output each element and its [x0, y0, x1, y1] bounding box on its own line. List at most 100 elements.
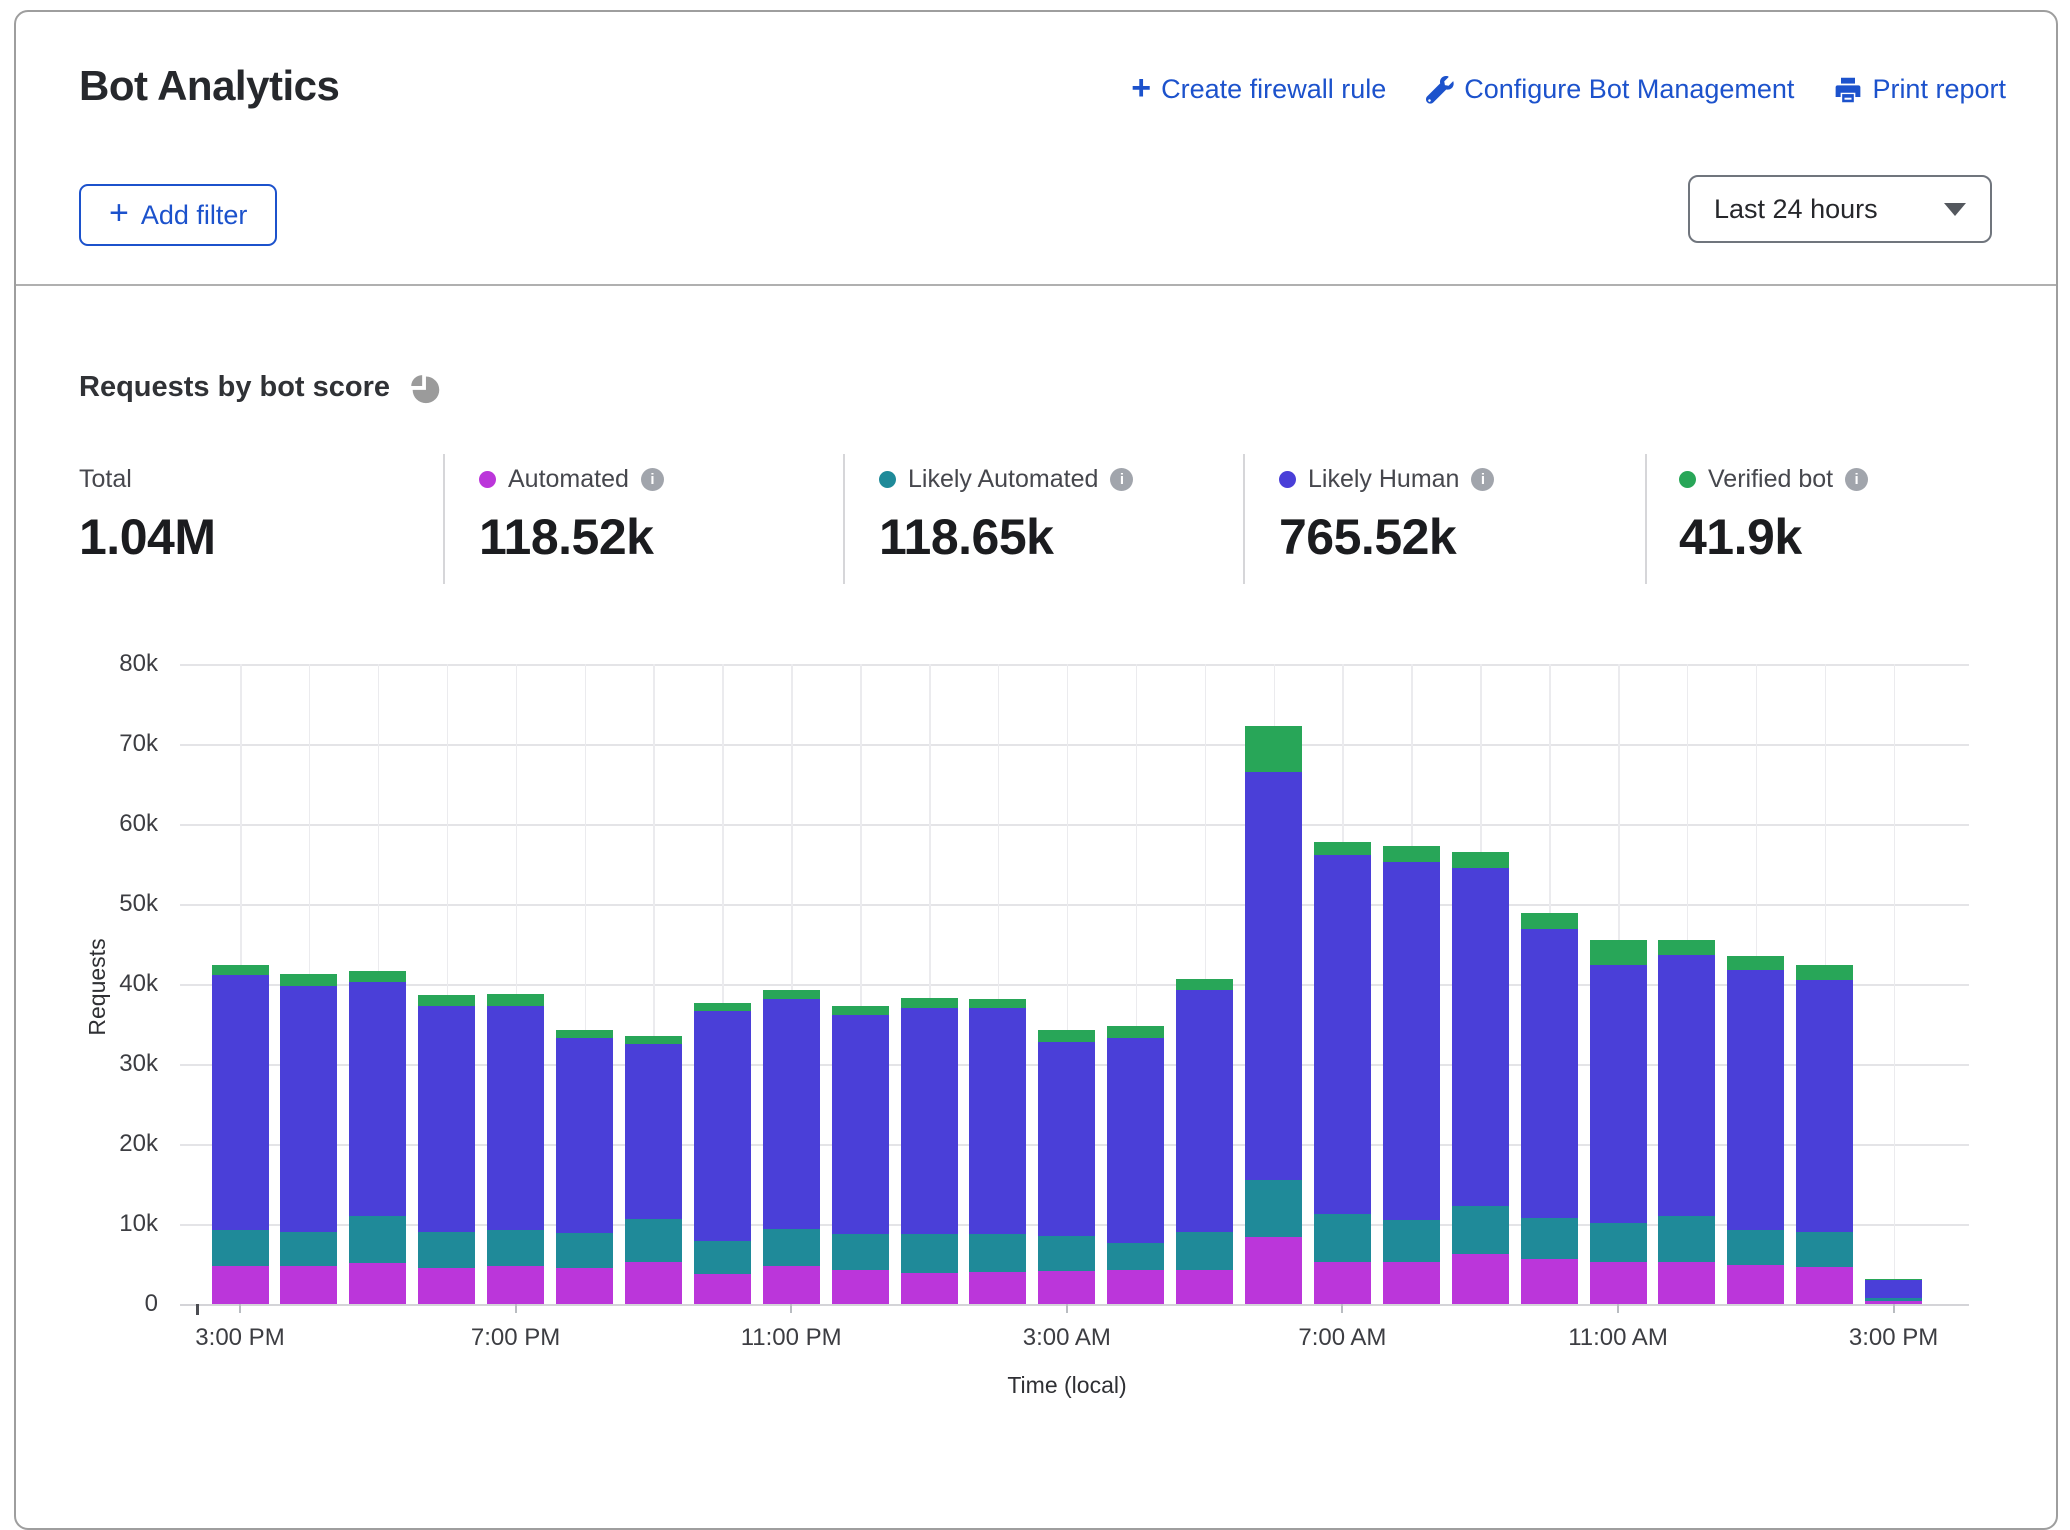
bar-segment-verified-bot[interactable] — [763, 990, 820, 999]
bar-segment-likely-human[interactable] — [1590, 965, 1647, 1223]
bar-segment-likely-automated[interactable] — [418, 1232, 475, 1268]
bar-segment-likely-automated[interactable] — [1590, 1223, 1647, 1261]
bar-segment-likely-automated[interactable] — [280, 1232, 337, 1266]
bar-segment-verified-bot[interactable] — [1383, 846, 1440, 861]
bar-segment-automated[interactable] — [763, 1266, 820, 1304]
bar-segment-verified-bot[interactable] — [1038, 1030, 1095, 1042]
bar-segment-verified-bot[interactable] — [1590, 940, 1647, 965]
bar-segment-automated[interactable] — [1038, 1271, 1095, 1304]
bar-segment-likely-human[interactable] — [487, 1006, 544, 1230]
bar-segment-likely-automated[interactable] — [556, 1233, 613, 1268]
bar-segment-verified-bot[interactable] — [487, 994, 544, 1005]
bar-300pm[interactable] — [212, 965, 269, 1304]
bar-segment-likely-automated[interactable] — [969, 1234, 1026, 1272]
bar-segment-verified-bot[interactable] — [969, 999, 1026, 1008]
bar-segment-likely-human[interactable] — [1245, 772, 1302, 1180]
bar-segment-likely-automated[interactable] — [1727, 1230, 1784, 1264]
bar-segment-likely-human[interactable] — [832, 1015, 889, 1234]
bar-segment-automated[interactable] — [556, 1268, 613, 1304]
time-range-select[interactable]: Last 24 hours — [1688, 175, 1992, 243]
bar-segment-likely-automated[interactable] — [1314, 1214, 1371, 1261]
bar-segment-verified-bot[interactable] — [625, 1036, 682, 1044]
bar-segment-verified-bot[interactable] — [1452, 852, 1509, 868]
info-icon[interactable]: i — [641, 468, 664, 491]
bar-segment-likely-human[interactable] — [1521, 929, 1578, 1219]
bar-segment-automated[interactable] — [212, 1266, 269, 1304]
action-print-report[interactable]: Print report — [1834, 74, 2006, 105]
bar-segment-likely-human[interactable] — [1107, 1038, 1164, 1244]
bar-segment-verified-bot[interactable] — [901, 998, 958, 1008]
bar-segment-verified-bot[interactable] — [1521, 913, 1578, 929]
bar-segment-automated[interactable] — [1107, 1270, 1164, 1304]
bar-segment-automated[interactable] — [832, 1270, 889, 1304]
bar-segment-likely-automated[interactable] — [1521, 1218, 1578, 1259]
bar-segment-likely-human[interactable] — [1727, 970, 1784, 1230]
bar-segment-automated[interactable] — [625, 1262, 682, 1304]
bar-segment-verified-bot[interactable] — [1658, 940, 1715, 955]
bar-segment-likely-human[interactable] — [1176, 990, 1233, 1232]
bar-segment-automated[interactable] — [1383, 1262, 1440, 1304]
bar-segment-verified-bot[interactable] — [1245, 726, 1302, 772]
bar-segment-automated[interactable] — [1727, 1265, 1784, 1304]
bar-segment-likely-automated[interactable] — [1796, 1232, 1853, 1267]
bar-segment-verified-bot[interactable] — [1727, 956, 1784, 970]
bar-segment-likely-human[interactable] — [763, 999, 820, 1229]
bar-segment-likely-automated[interactable] — [832, 1234, 889, 1269]
bar-segment-likely-human[interactable] — [1383, 862, 1440, 1220]
bar-segment-automated[interactable] — [901, 1273, 958, 1304]
info-icon[interactable]: i — [1471, 468, 1494, 491]
bar-segment-verified-bot[interactable] — [1314, 842, 1371, 856]
info-icon[interactable]: i — [1845, 468, 1868, 491]
bar-segment-likely-human[interactable] — [1658, 955, 1715, 1216]
bar-100am[interactable] — [901, 998, 958, 1304]
bar-segment-likely-automated[interactable] — [694, 1241, 751, 1274]
bar-segment-verified-bot[interactable] — [212, 965, 269, 975]
bar-segment-likely-automated[interactable] — [212, 1230, 269, 1266]
bar-segment-likely-automated[interactable] — [1383, 1220, 1440, 1262]
bar-700am[interactable] — [1314, 842, 1371, 1304]
bar-100pm[interactable] — [1727, 956, 1784, 1304]
bar-400pm[interactable] — [280, 974, 337, 1304]
bar-segment-likely-human[interactable] — [1865, 1280, 1922, 1298]
bar-segment-verified-bot[interactable] — [1107, 1026, 1164, 1038]
bar-segment-likely-human[interactable] — [625, 1044, 682, 1219]
bar-segment-likely-automated[interactable] — [1176, 1232, 1233, 1270]
bar-segment-automated[interactable] — [1658, 1262, 1715, 1304]
bar-segment-likely-human[interactable] — [1452, 868, 1509, 1206]
bar-segment-verified-bot[interactable] — [1176, 979, 1233, 989]
bar-segment-automated[interactable] — [1590, 1262, 1647, 1304]
bar-1100pm[interactable] — [763, 990, 820, 1304]
bar-segment-likely-automated[interactable] — [763, 1229, 820, 1266]
bar-segment-automated[interactable] — [487, 1266, 544, 1304]
bar-600pm[interactable] — [418, 995, 475, 1304]
bar-segment-likely-automated[interactable] — [625, 1219, 682, 1261]
bar-segment-likely-human[interactable] — [349, 982, 406, 1216]
action-create-firewall-rule[interactable]: +Create firewall rule — [1131, 74, 1386, 105]
bar-1200am[interactable] — [832, 1006, 889, 1304]
bar-400am[interactable] — [1107, 1026, 1164, 1304]
bar-200pm[interactable] — [1796, 965, 1853, 1304]
bar-segment-automated[interactable] — [1521, 1259, 1578, 1304]
bar-segment-likely-human[interactable] — [418, 1006, 475, 1232]
bar-segment-verified-bot[interactable] — [694, 1003, 751, 1011]
bar-segment-likely-human[interactable] — [1038, 1042, 1095, 1236]
bar-segment-verified-bot[interactable] — [280, 974, 337, 986]
bar-500am[interactable] — [1176, 979, 1233, 1304]
bar-segment-likely-automated[interactable] — [1107, 1243, 1164, 1270]
bar-segment-likely-automated[interactable] — [1658, 1216, 1715, 1262]
bar-segment-verified-bot[interactable] — [418, 995, 475, 1005]
bar-1000am[interactable] — [1521, 913, 1578, 1304]
bar-900am[interactable] — [1452, 852, 1509, 1304]
bar-300pm[interactable] — [1865, 1279, 1922, 1304]
bar-600am[interactable] — [1245, 726, 1302, 1304]
add-filter-button[interactable]: + Add filter — [79, 184, 277, 246]
bar-500pm[interactable] — [349, 971, 406, 1304]
info-icon[interactable]: i — [1110, 468, 1133, 491]
bar-segment-likely-human[interactable] — [969, 1008, 1026, 1234]
bar-800am[interactable] — [1383, 846, 1440, 1304]
bar-300am[interactable] — [1038, 1030, 1095, 1304]
bar-segment-automated[interactable] — [280, 1266, 337, 1304]
bar-segment-likely-automated[interactable] — [1245, 1180, 1302, 1237]
bar-900pm[interactable] — [625, 1036, 682, 1304]
bar-segment-likely-human[interactable] — [694, 1011, 751, 1241]
